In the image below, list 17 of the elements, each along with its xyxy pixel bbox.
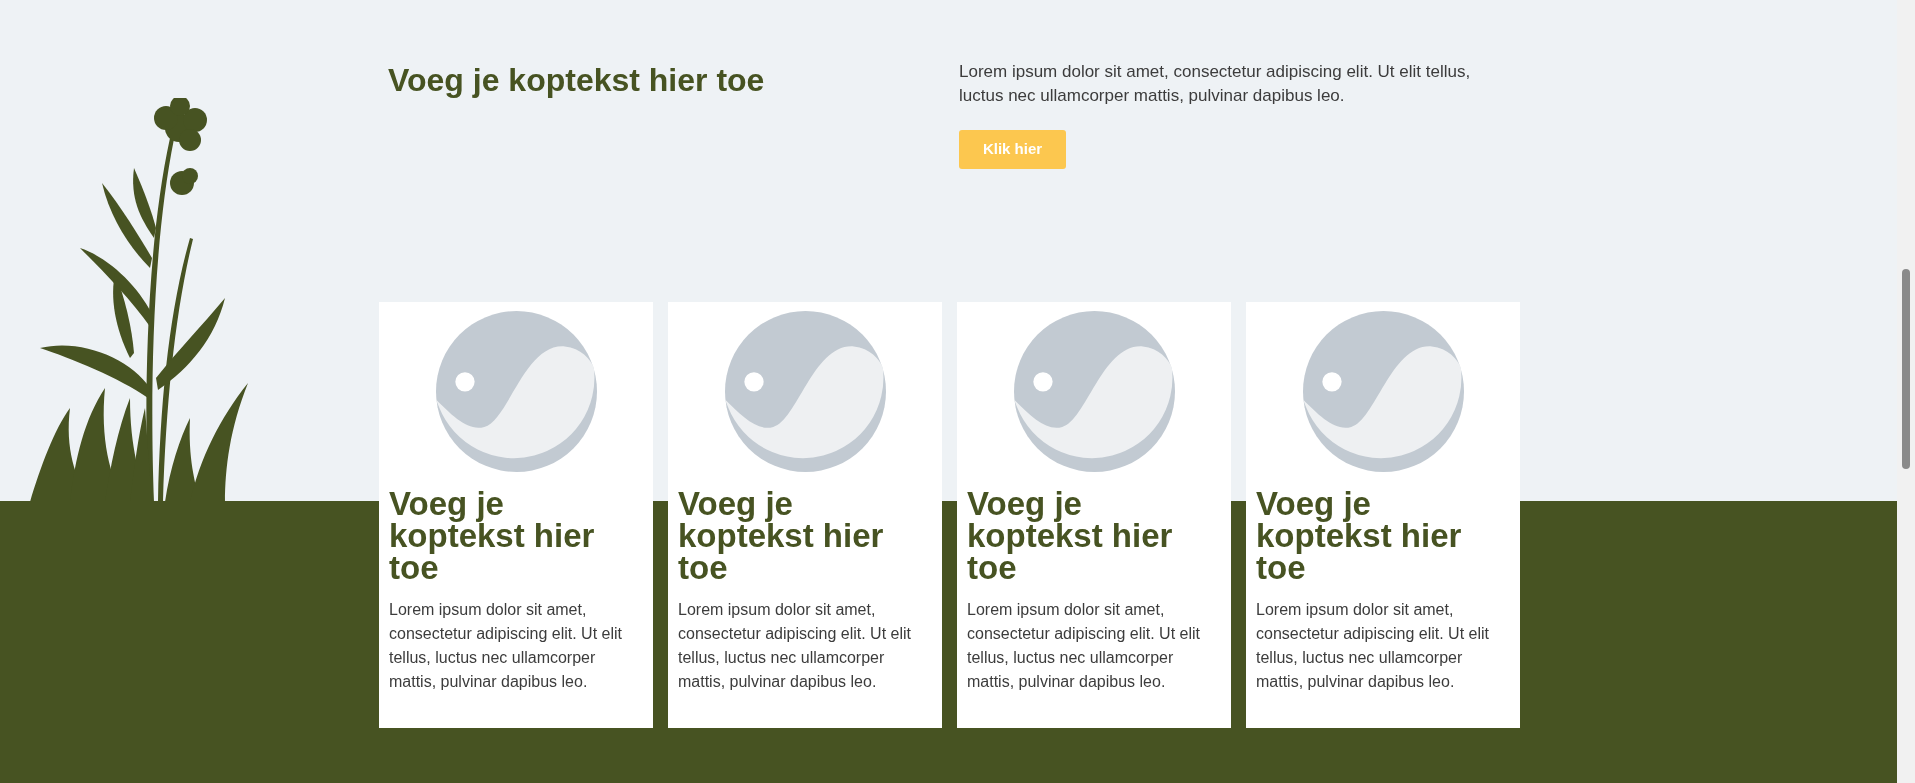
card-heading: Voeg je koptekst hier toe: [967, 488, 1174, 584]
card-heading: Voeg je koptekst hier toe: [389, 488, 596, 584]
image-placeholder-icon: [435, 311, 597, 472]
section-heading: Voeg je koptekst hier toe: [388, 61, 766, 100]
intro-text: Lorem ipsum dolor sit amet, consectetur adipiscing elit. Ut elit tellus, luctus nec ullamcorper mattis, pulvinar dapibus leo.: [959, 61, 1472, 107]
card-text: Lorem ipsum dolor sit amet, consectetur adipiscing elit. Ut elit tellus, luctus nec ullamcorper mattis, pulvinar dapibus leo.: [678, 600, 912, 692]
card-heading: Voeg je koptekst hier toe: [678, 488, 885, 584]
image-placeholder-icon: [724, 311, 886, 472]
card-heading: Voeg je koptekst hier toe: [1256, 488, 1463, 584]
scrollbar-thumb[interactable]: [1902, 269, 1910, 469]
card-text: Lorem ipsum dolor sit amet, consectetur adipiscing elit. Ut elit tellus, luctus nec ullamcorper mattis, pulvinar dapibus leo.: [1256, 600, 1490, 692]
card-text: Lorem ipsum dolor sit amet, consectetur adipiscing elit. Ut elit tellus, luctus nec ullamcorper mattis, pulvinar dapibus leo.: [967, 600, 1201, 692]
scrollbar[interactable]: [1897, 0, 1915, 783]
click-here-button[interactable]: Klik hier: [959, 130, 1066, 169]
image-placeholder-icon: [1302, 311, 1464, 472]
image-placeholder-icon: [1013, 311, 1175, 472]
card-text: Lorem ipsum dolor sit amet, consectetur adipiscing elit. Ut elit tellus, luctus nec ullamcorper mattis, pulvinar dapibus leo.: [389, 600, 623, 692]
